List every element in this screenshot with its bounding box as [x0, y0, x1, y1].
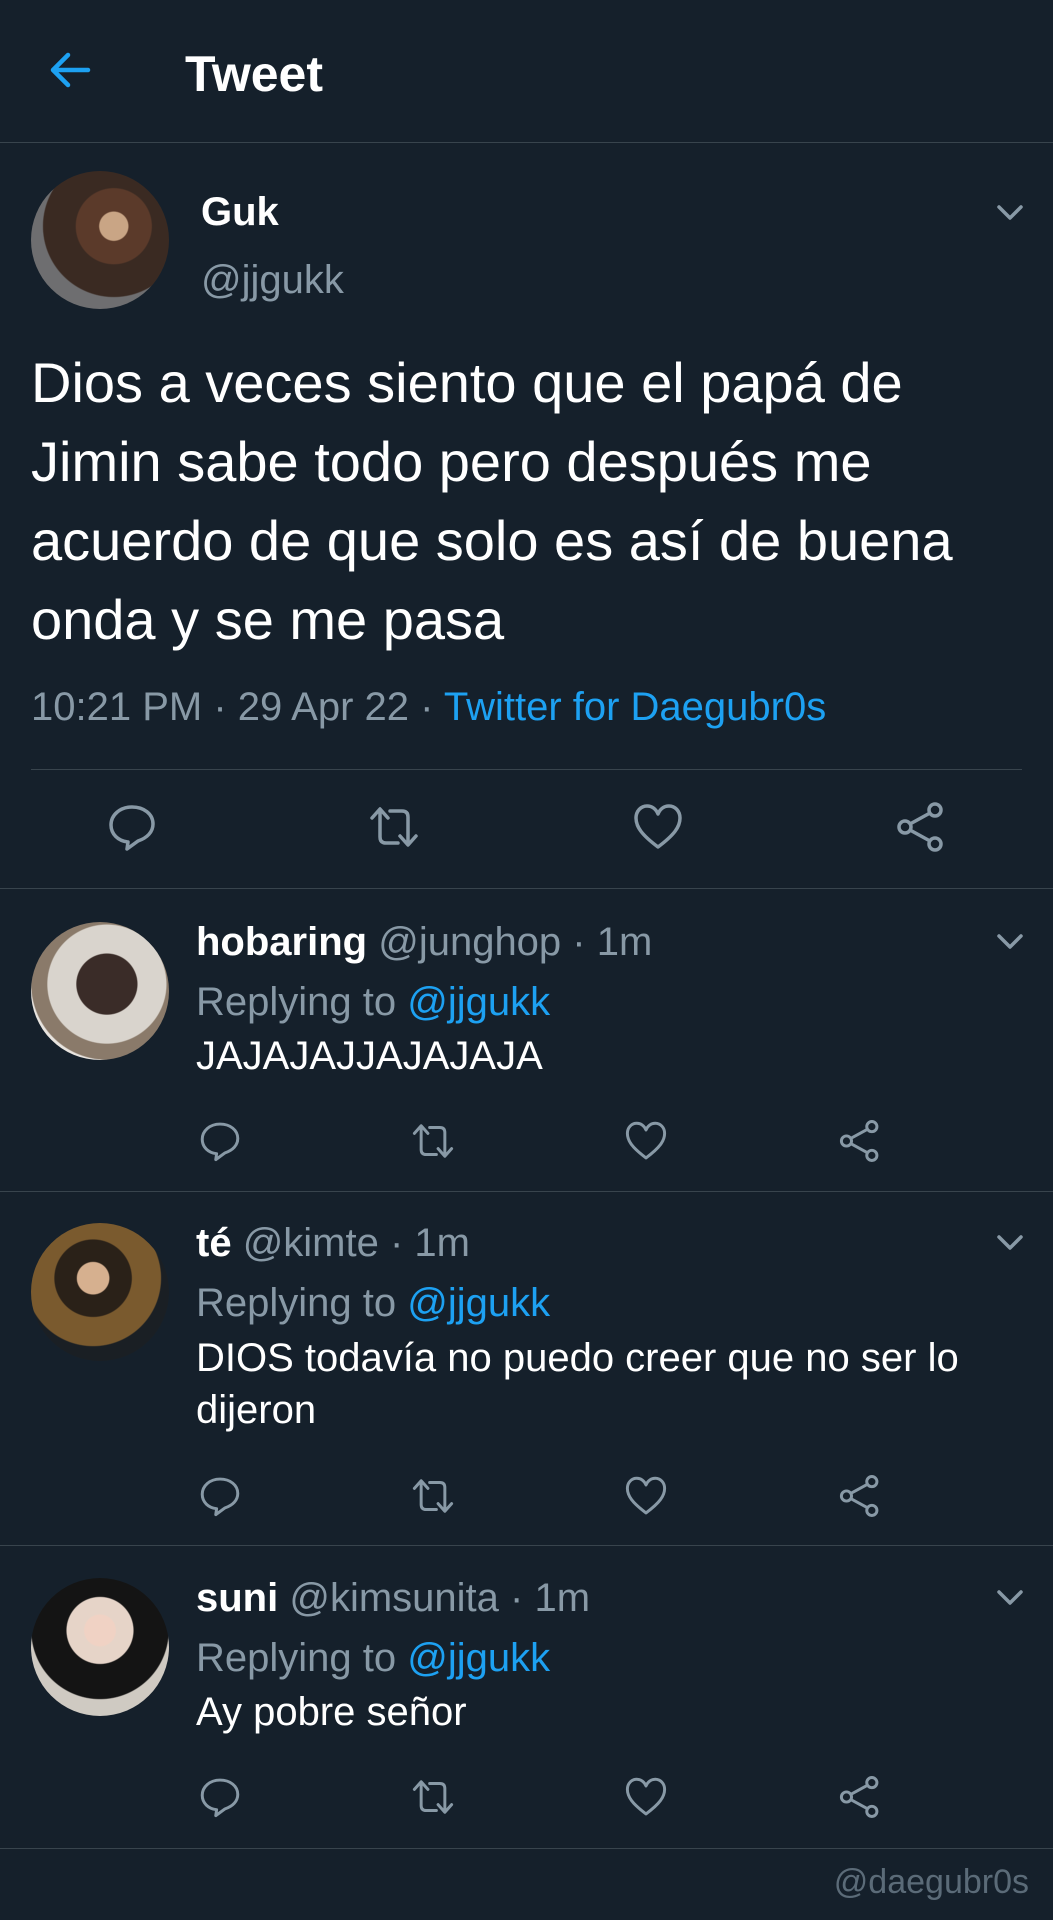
reply-header: té @kimte · 1m — [196, 1217, 470, 1269]
reply-text: Ay pobre señor — [196, 1690, 467, 1734]
author-handle: @kimte · 1m — [231, 1221, 470, 1265]
page-title: Tweet — [185, 46, 323, 102]
author-name[interactable]: suni — [196, 1576, 278, 1620]
retweet-icon[interactable] — [411, 1775, 455, 1819]
author-name[interactable]: hobaring — [196, 920, 367, 964]
reply-text: JAJAJAJJAJAJAJA — [196, 1034, 543, 1078]
avatar[interactable] — [31, 1223, 169, 1361]
replying-to: Replying to @jjgukk — [196, 976, 550, 1028]
reply-icon[interactable] — [106, 801, 158, 853]
retweet-icon[interactable] — [411, 1119, 455, 1163]
reply-icon[interactable] — [198, 1775, 242, 1819]
share-icon[interactable] — [838, 1474, 882, 1518]
mention-link[interactable]: @jjgukk — [407, 1281, 550, 1325]
reply-tweet[interactable]: té @kimte · 1m Replying to @jjgukk DIOS … — [0, 1192, 1053, 1546]
mention-link[interactable]: @jjgukk — [407, 980, 550, 1024]
avatar[interactable] — [31, 1578, 169, 1716]
author-name[interactable]: Guk — [201, 187, 279, 237]
reply-icon[interactable] — [198, 1119, 242, 1163]
replying-to-label: Replying to — [196, 980, 408, 1024]
arrow-left-icon[interactable] — [46, 46, 94, 94]
replying-to: Replying to @jjgukk — [196, 1632, 550, 1684]
like-icon[interactable] — [632, 801, 684, 853]
mention-link[interactable]: @jjgukk — [407, 1636, 550, 1680]
reply-header: suni @kimsunita · 1m — [196, 1572, 590, 1624]
chevron-down-icon[interactable] — [993, 1580, 1027, 1614]
retweet-icon[interactable] — [368, 801, 420, 853]
chevron-down-icon[interactable] — [993, 195, 1027, 229]
reply-tweet[interactable]: suni @kimsunita · 1m Replying to @jjgukk… — [0, 1546, 1053, 1849]
avatar[interactable] — [31, 171, 169, 309]
author-name[interactable]: té — [196, 1221, 232, 1265]
chevron-down-icon[interactable] — [993, 1225, 1027, 1259]
replying-to: Replying to @jjgukk — [196, 1277, 550, 1329]
app-header: Tweet — [0, 0, 1053, 143]
author-handle[interactable]: @jjgukk — [201, 255, 344, 305]
tweet-source-link[interactable]: Twitter for Daegubr0s — [444, 685, 826, 729]
author-handle: @junghop · 1m — [367, 920, 653, 964]
tweet-text: Dios a veces siento que el papá de Jimin… — [31, 351, 953, 651]
reply-text: DIOS todavía no puedo creer que no ser l… — [196, 1336, 959, 1432]
author-handle: @kimsunita · 1m — [278, 1576, 591, 1620]
watermark: @daegubr0s — [833, 1863, 1029, 1901]
chevron-down-icon[interactable] — [993, 924, 1027, 958]
avatar[interactable] — [31, 922, 169, 1060]
like-icon[interactable] — [624, 1474, 668, 1518]
like-icon[interactable] — [624, 1119, 668, 1163]
share-icon[interactable] — [895, 801, 947, 853]
retweet-icon[interactable] — [411, 1474, 455, 1518]
share-icon[interactable] — [838, 1775, 882, 1819]
tweet-meta: 10:21 PM · 29 Apr 22 · Twitter for Daegu… — [31, 681, 826, 733]
reply-header: hobaring @junghop · 1m — [196, 916, 652, 968]
reply-tweet[interactable]: hobaring @junghop · 1m Replying to @jjgu… — [0, 889, 1053, 1192]
replying-to-label: Replying to — [196, 1636, 408, 1680]
tweet-timestamp: 10:21 PM · 29 Apr 22 · — [31, 685, 444, 729]
main-tweet: Guk @jjgukk Dios a veces siento que el p… — [0, 143, 1053, 889]
reply-icon[interactable] — [198, 1474, 242, 1518]
share-icon[interactable] — [838, 1119, 882, 1163]
like-icon[interactable] — [624, 1775, 668, 1819]
replying-to-label: Replying to — [196, 1281, 408, 1325]
divider — [31, 769, 1022, 770]
